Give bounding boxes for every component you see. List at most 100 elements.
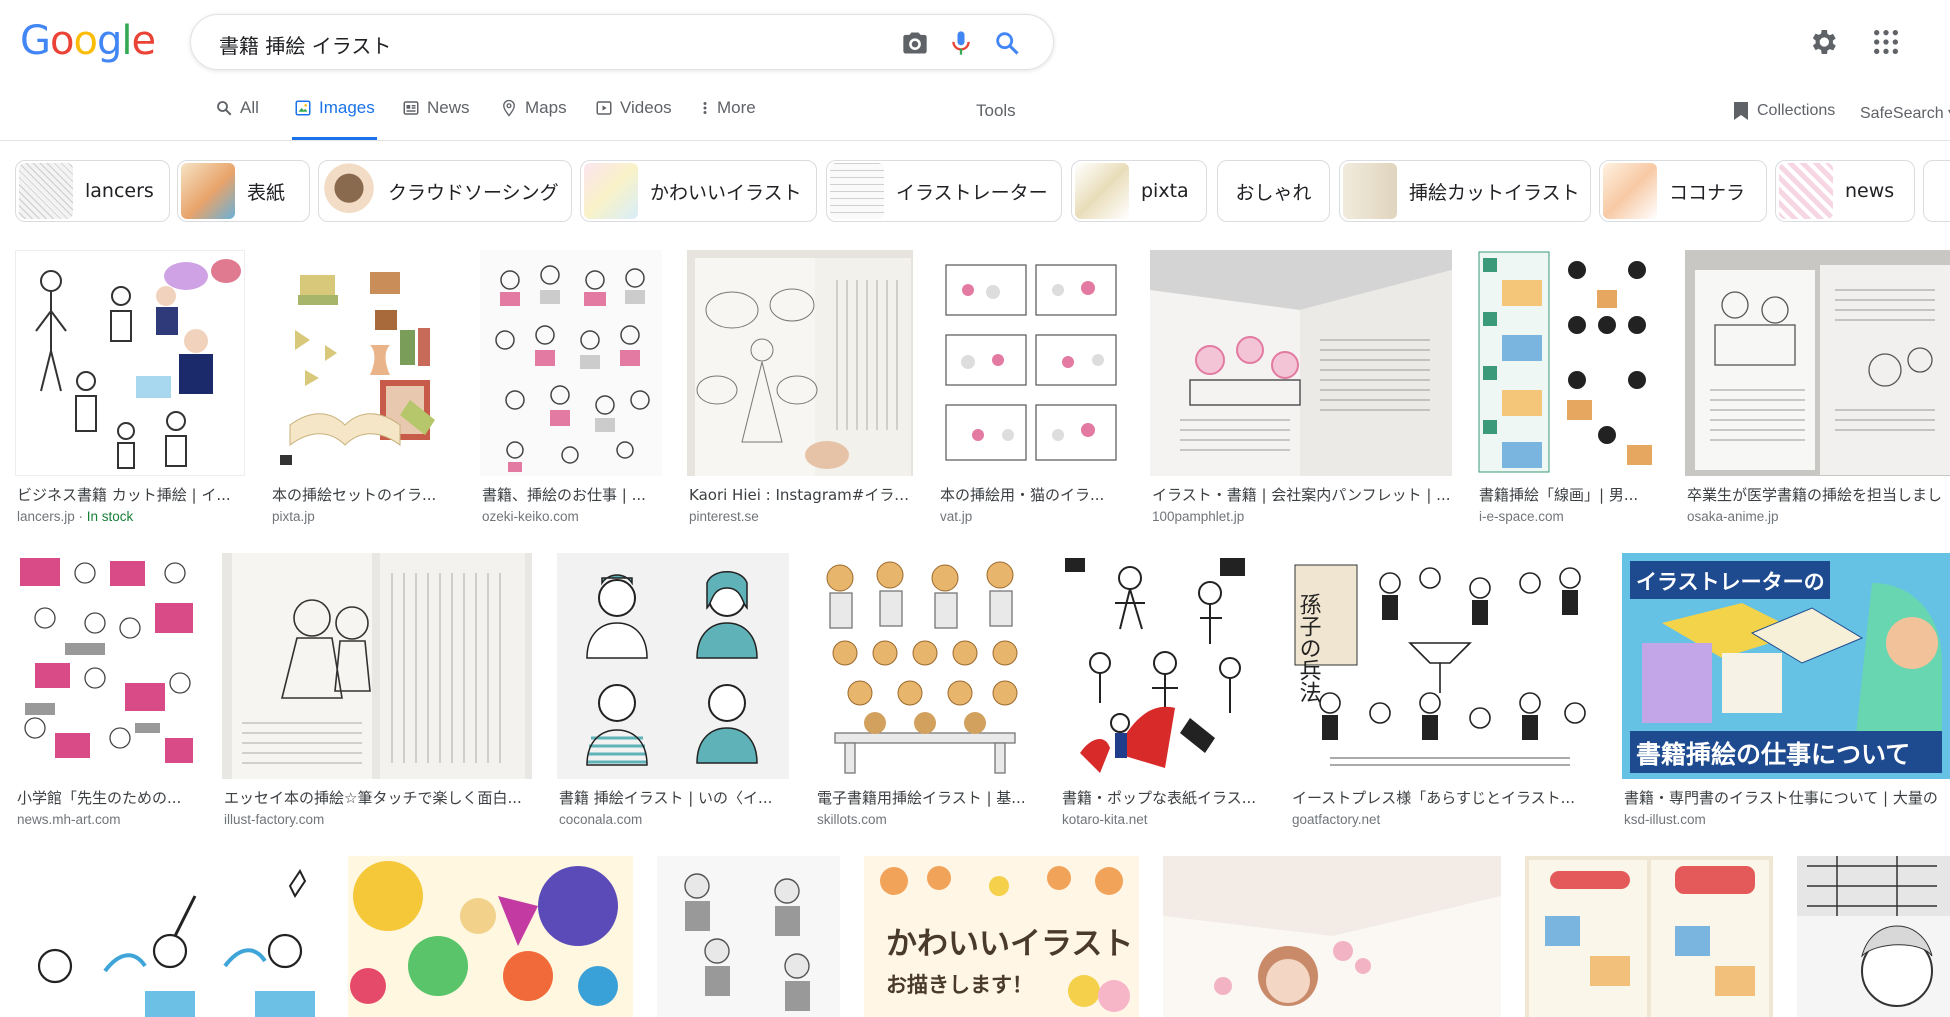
result-caption: イラスト・書籍 | 会社案内パンフレット | ... (1152, 486, 1451, 504)
tab-videos[interactable]: Videos (595, 98, 672, 140)
result-image (1477, 250, 1660, 476)
image-result[interactable] (1797, 856, 1950, 1017)
safesearch-label: SafeSearch (1860, 105, 1944, 122)
chip-pixta[interactable]: pixta (1071, 160, 1207, 222)
image-result[interactable] (348, 856, 633, 1017)
chip-label: pixta (1141, 180, 1189, 202)
chip-illustrator[interactable]: イラストレーター (826, 160, 1062, 222)
image-result[interactable] (657, 856, 840, 1017)
chip-thumbnail (1343, 163, 1397, 219)
image-result[interactable]: 書籍、挿絵のお仕事 | ... ozeki-keiko.com (480, 250, 662, 530)
image-result[interactable]: 孫子の兵法 イーストプレス様「あらすじとイラスト... goatfactory.… (1290, 553, 1597, 833)
image-result[interactable]: 卒業生が医学書籍の挿絵を担当しまし osaka-anime.jp (1685, 250, 1950, 530)
result-source: i-e-space.com (1479, 509, 1564, 524)
apps-grid-icon[interactable] (1870, 26, 1902, 58)
chip-label: ココナラ (1669, 181, 1746, 204)
chip-stylish[interactable]: おしゃれ (1217, 160, 1330, 222)
chip-more[interactable] (1923, 160, 1950, 222)
chip-crowdsourcing[interactable]: クラウドソーシング (318, 160, 572, 222)
image-result[interactable]: 電子書籍用挿絵イラスト | 基... skillots.com (815, 553, 1033, 833)
collections-label: Collections (1757, 102, 1836, 119)
tab-more[interactable]: More (700, 98, 756, 140)
chip-label: lancers (85, 180, 154, 202)
chip-thumbnail (19, 163, 73, 219)
settings-gear-icon[interactable] (1807, 26, 1839, 58)
map-pin-icon (503, 99, 515, 117)
image-result[interactable]: イラストレーターの 書籍挿絵の仕事について 書籍・専門書のイラスト仕事について … (1622, 553, 1950, 833)
tab-images[interactable]: Images (292, 98, 377, 140)
chip-thumbnail (830, 163, 884, 219)
result-caption: 本の挿絵セットのイラ... (272, 486, 437, 504)
result-image: かわいいイラスト お描きします！ (864, 856, 1139, 1017)
image-result[interactable] (1163, 856, 1501, 1017)
image-result[interactable]: かわいいイラスト お描きします！ (864, 856, 1139, 1017)
image-result[interactable]: 書籍挿絵「線画」| 男... i-e-space.com (1477, 250, 1660, 530)
result-image (687, 250, 913, 476)
result-image (1060, 553, 1265, 779)
image-result[interactable]: Kaori Hiei : Instagram#イラス... pinterest.… (687, 250, 913, 530)
tab-maps[interactable]: Maps (500, 98, 567, 140)
result-caption: 書籍、挿絵のお仕事 | ... (482, 486, 646, 504)
camera-icon[interactable] (901, 29, 929, 57)
result-caption: イーストプレス様「あらすじとイラスト... (1292, 789, 1575, 807)
chip-news[interactable]: news (1775, 160, 1915, 222)
collections-button[interactable]: Collections (1733, 101, 1835, 121)
result-source: ozeki-keiko.com (482, 509, 579, 524)
result-caption: 書籍挿絵「線画」| 男... (1479, 486, 1639, 504)
result-image (15, 553, 198, 779)
image-result[interactable]: 書籍 挿絵イラスト | いの〈イ... coconala.com (557, 553, 789, 833)
chip-cute-illustration[interactable]: かわいいイラスト (580, 160, 817, 222)
safesearch-button[interactable]: SafeSearch ▾ (1860, 103, 1950, 123)
tab-all-label: All (240, 98, 259, 117)
result-image (1525, 856, 1773, 1017)
result-caption: 書籍 挿絵イラスト | いの〈イ... (559, 789, 773, 807)
microphone-icon[interactable] (947, 29, 975, 57)
result-caption: エッセイ本の挿絵☆筆タッチで楽しく面白... (224, 789, 522, 807)
tab-videos-label: Videos (620, 98, 672, 117)
image-result[interactable]: 書籍・ポップな表紙イラス... kotaro-kita.net (1060, 553, 1265, 833)
tools-button[interactable]: Tools (976, 101, 1016, 121)
chip-thumbnail (584, 163, 638, 219)
video-icon (596, 101, 612, 115)
result-caption: 本の挿絵用・猫のイラ... (940, 486, 1105, 504)
chip-coconala[interactable]: ココナラ (1599, 160, 1767, 222)
newspaper-icon (403, 101, 419, 115)
image-result[interactable]: 本の挿絵セットのイラ... pixta.jp (270, 250, 455, 530)
result-image (938, 250, 1125, 476)
result-caption: 書籍・ポップな表紙イラス... (1062, 789, 1257, 807)
search-input[interactable] (217, 29, 821, 59)
tab-news[interactable]: News (402, 98, 470, 140)
image-result[interactable]: イラスト・書籍 | 会社案内パンフレット | ... 100pamphlet.j… (1150, 250, 1452, 530)
result-source: kotaro-kita.net (1062, 812, 1148, 827)
result-image (1150, 250, 1452, 476)
chip-label: かわいいイラスト (650, 181, 802, 204)
result-image (222, 553, 532, 779)
result-source: skillots.com (817, 812, 887, 827)
result-caption: 電子書籍用挿絵イラスト | 基... (817, 789, 1026, 807)
image-result[interactable]: 小学館「先生のための... news.mh-art.com (15, 553, 198, 833)
result-source: coconala.com (559, 812, 643, 827)
header: Google All Images News (0, 0, 1950, 141)
cute-title-text: かわいいイラスト (886, 926, 1133, 962)
tab-images-label: Images (319, 98, 375, 117)
image-result[interactable] (15, 856, 325, 1017)
chip-lancers[interactable]: lancers (15, 160, 170, 222)
result-image (1163, 856, 1501, 1017)
result-image (557, 553, 789, 779)
result-image: イラストレーターの 書籍挿絵の仕事について (1622, 553, 1950, 779)
image-result[interactable]: エッセイ本の挿絵☆筆タッチで楽しく面白... illust-factory.co… (222, 553, 532, 833)
chip-label: イラストレーター (896, 181, 1048, 204)
result-image (348, 856, 633, 1017)
image-result[interactable]: ビジネス書籍 カット挿絵 | イ... lancers.jp · In stoc… (15, 250, 245, 530)
google-logo[interactable]: Google (20, 18, 156, 64)
more-vert-icon (703, 102, 707, 114)
tab-all[interactable]: All (215, 98, 259, 140)
book-title-text: 孫子の兵法 (1296, 593, 1322, 703)
result-source: news.mh-art.com (17, 812, 121, 827)
chip-cover[interactable]: 表紙 (177, 160, 310, 222)
image-result[interactable] (1525, 856, 1773, 1017)
chip-cut-illustration[interactable]: 挿絵カットイラスト (1339, 160, 1591, 222)
image-result[interactable]: 本の挿絵用・猫のイラ... vat.jp (938, 250, 1125, 530)
chip-label: news (1845, 180, 1895, 202)
search-icon[interactable] (993, 29, 1021, 57)
